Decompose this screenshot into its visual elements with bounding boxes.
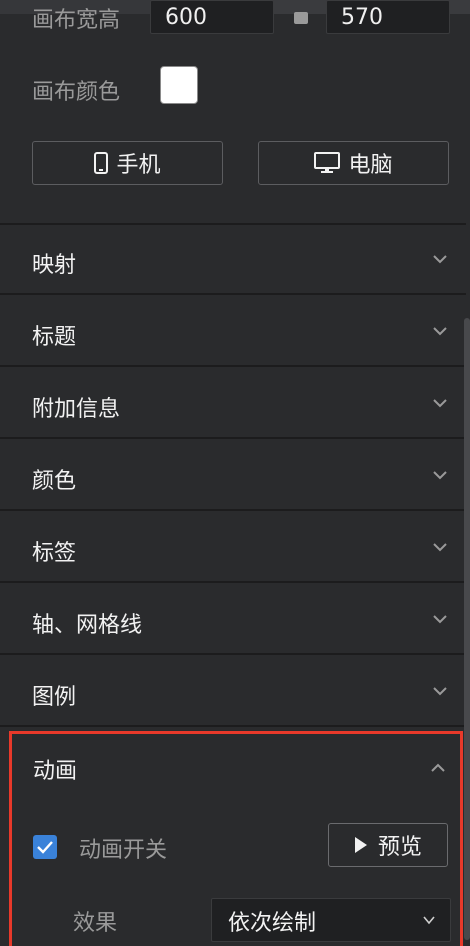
link-icon[interactable] xyxy=(294,12,308,24)
chevron-up-icon[interactable] xyxy=(430,760,446,776)
section-label: 标题 xyxy=(32,325,77,350)
section-mapping[interactable]: 映射 xyxy=(0,225,466,295)
play-icon xyxy=(354,837,367,853)
animation-panel: 动画 动画开关 预览 效果 依次绘制 xyxy=(9,731,463,946)
section-label: 轴、网格线 xyxy=(32,613,143,638)
animation-switch-label: 动画开关 xyxy=(79,838,168,863)
chevron-down-icon xyxy=(423,916,435,925)
section-label: 附加信息 xyxy=(32,397,121,422)
chevron-down-icon xyxy=(433,471,447,480)
section-label: 标签 xyxy=(32,541,77,566)
canvas-width-input[interactable]: 600 xyxy=(150,0,274,34)
phone-icon xyxy=(94,152,109,174)
chevron-down-icon xyxy=(433,327,447,336)
effect-select[interactable]: 依次绘制 xyxy=(211,898,451,942)
preview-button-label: 预览 xyxy=(377,835,422,860)
animation-switch-checkbox[interactable] xyxy=(33,835,57,859)
section-label: 颜色 xyxy=(32,469,77,494)
section-color[interactable]: 颜色 xyxy=(0,441,466,511)
chevron-down-icon xyxy=(433,615,447,624)
monitor-icon xyxy=(314,152,341,173)
pc-button-label: 电脑 xyxy=(348,153,393,178)
section-axis-grid[interactable]: 轴、网格线 xyxy=(0,585,466,655)
section-title[interactable]: 标题 xyxy=(0,297,466,367)
mobile-button[interactable]: 手机 xyxy=(32,141,223,185)
effect-label: 效果 xyxy=(73,911,118,936)
canvas-size-row: 画布宽高 600 570 xyxy=(32,0,462,40)
chevron-down-icon xyxy=(433,399,447,408)
preview-button[interactable]: 预览 xyxy=(328,823,448,867)
checkmark-icon xyxy=(37,841,53,854)
chevron-down-icon xyxy=(433,543,447,552)
canvas-size-label: 画布宽高 xyxy=(32,8,121,33)
effect-select-value: 依次绘制 xyxy=(228,911,317,936)
pc-button[interactable]: 电脑 xyxy=(258,141,449,185)
section-labels[interactable]: 标签 xyxy=(0,513,466,583)
chevron-down-icon xyxy=(433,687,447,696)
section-extra-info[interactable]: 附加信息 xyxy=(0,369,466,439)
canvas-height-input[interactable]: 570 xyxy=(326,0,450,34)
mobile-button-label: 手机 xyxy=(116,153,161,178)
canvas-color-label: 画布颜色 xyxy=(32,80,121,105)
animation-section-title[interactable]: 动画 xyxy=(33,753,77,785)
section-legend[interactable]: 图例 xyxy=(0,657,466,727)
canvas-color-swatch[interactable] xyxy=(160,66,198,104)
section-label: 映射 xyxy=(32,253,77,278)
chevron-down-icon xyxy=(433,255,447,264)
section-label: 图例 xyxy=(32,685,77,710)
scrollbar[interactable] xyxy=(464,318,470,940)
